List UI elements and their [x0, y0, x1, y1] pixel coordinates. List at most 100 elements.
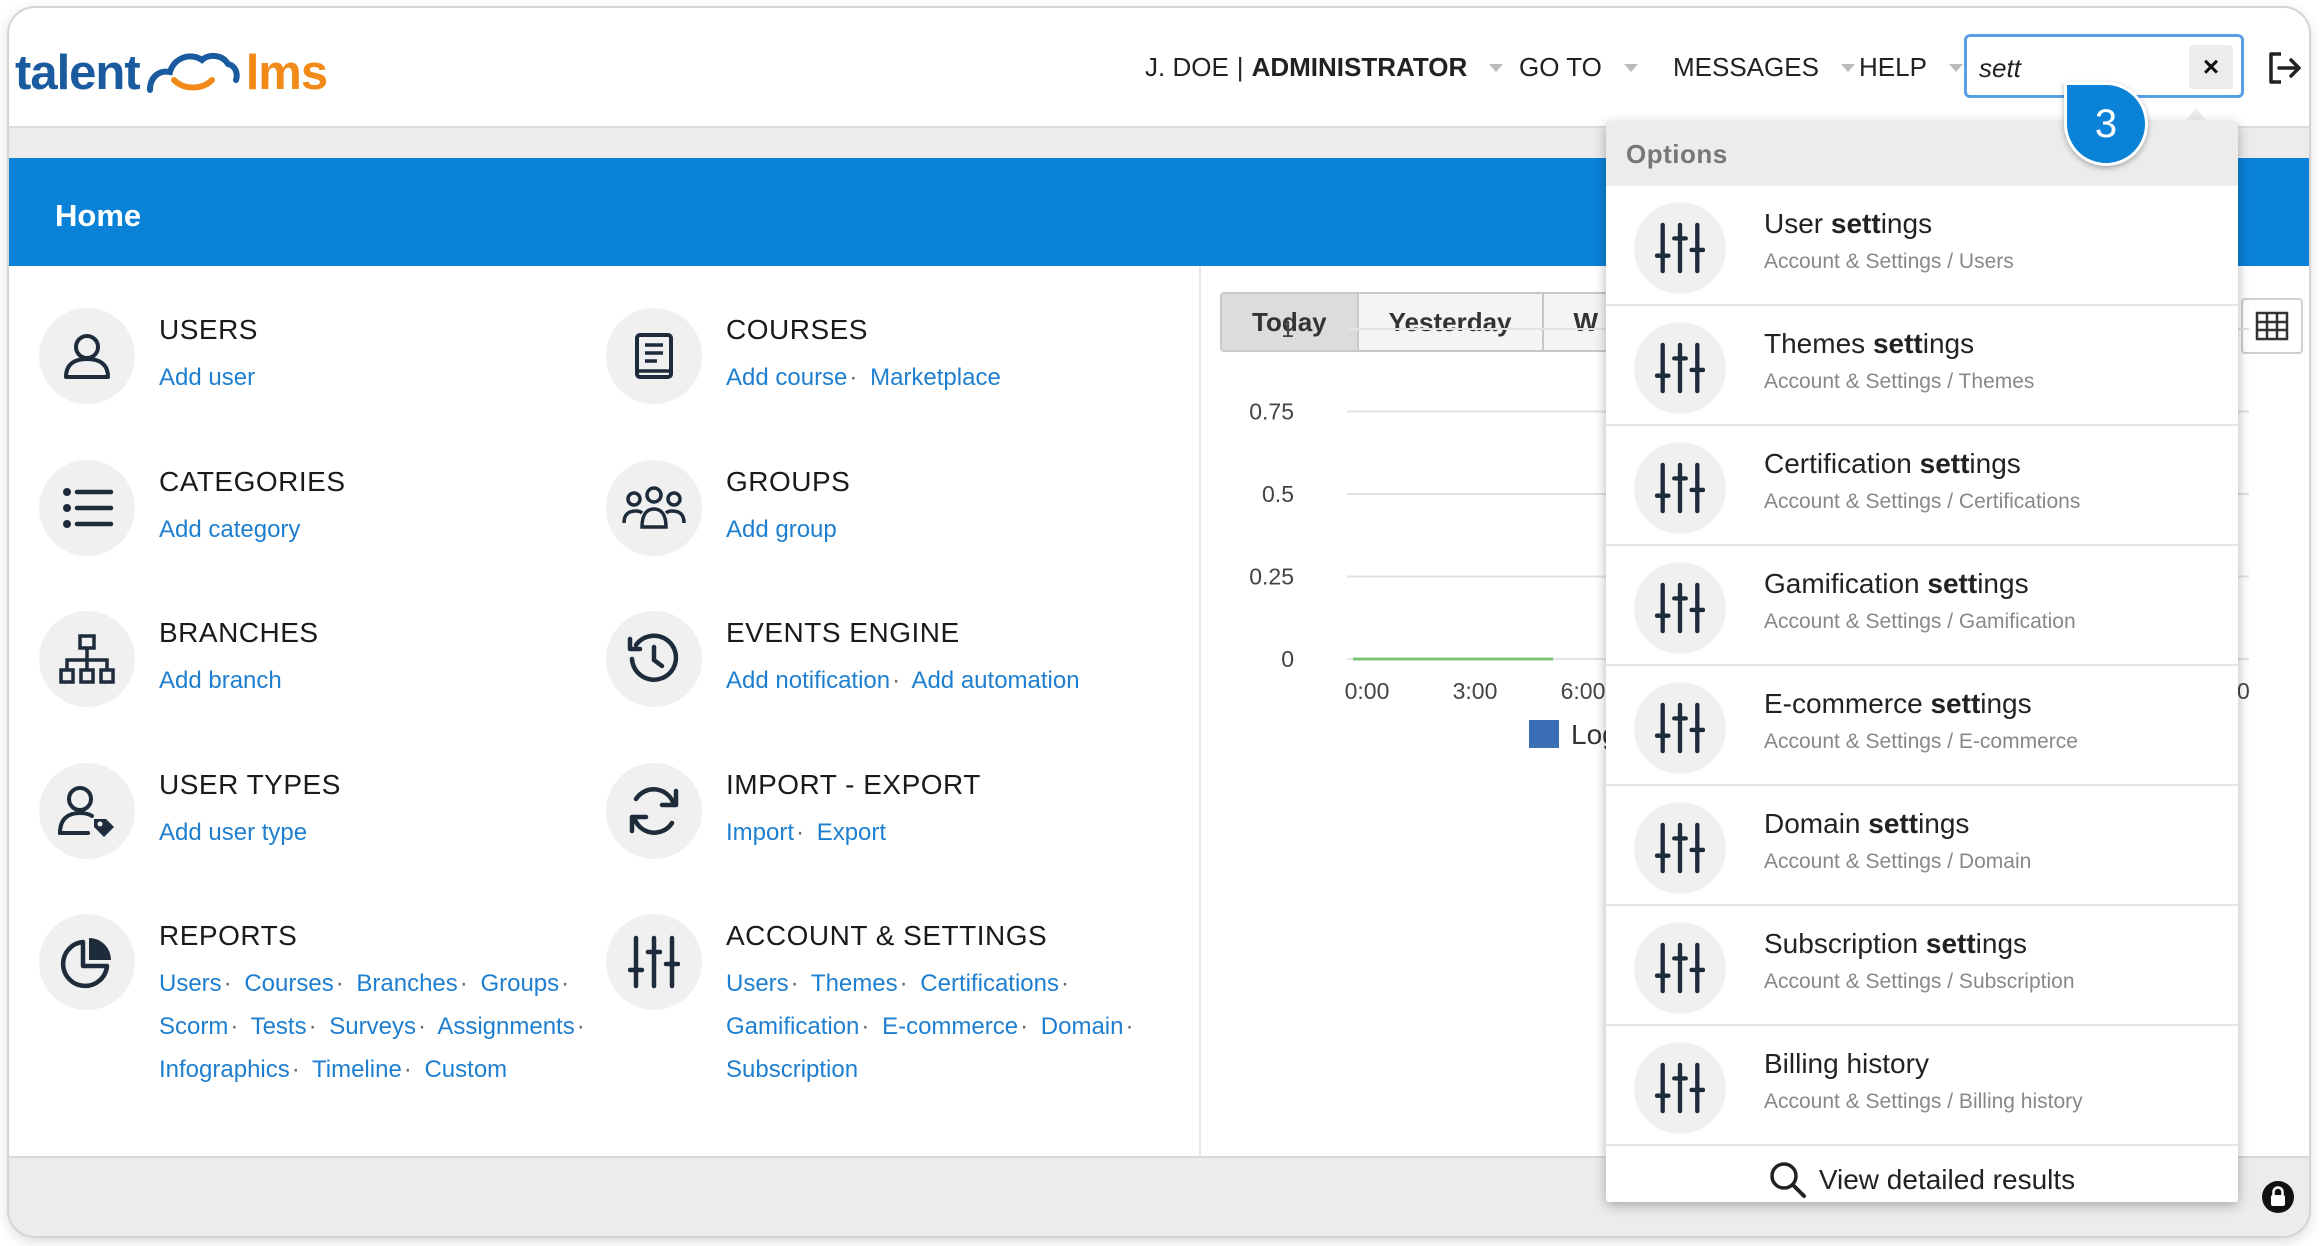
link-separator: ·: [230, 1013, 239, 1040]
help-menu[interactable]: HELP: [1859, 52, 1963, 83]
goto-label: GO TO: [1519, 52, 1602, 82]
account-subscription-link[interactable]: Subscription: [726, 1056, 858, 1083]
history-icon[interactable]: [606, 611, 702, 707]
user-types-title[interactable]: USER TYPES: [159, 769, 341, 801]
option-title-match: sett: [1927, 568, 1978, 599]
reports-assignments-link[interactable]: Assignments: [437, 1013, 574, 1040]
cloud-icon: [146, 52, 240, 93]
account-users-link[interactable]: Users: [726, 970, 789, 997]
reports-users-link[interactable]: Users: [159, 970, 222, 997]
sliders-icon: [1634, 322, 1726, 414]
add-automation-link[interactable]: Add automation: [911, 667, 1079, 694]
user-menu[interactable]: J. DOE | ADMINISTRATOR: [1145, 52, 1504, 83]
dropdown-option[interactable]: Subscription settings Account & Settings …: [1606, 906, 2238, 1026]
talentlms-logo[interactable]: talent lms: [15, 38, 328, 108]
account-ecommerce-link[interactable]: E-commerce: [882, 1013, 1018, 1040]
account-gamification-link[interactable]: Gamification: [726, 1013, 859, 1040]
help-label: HELP: [1859, 52, 1927, 82]
account-certifications-link[interactable]: Certifications: [920, 970, 1059, 997]
chevron-down-icon: [1489, 63, 1504, 72]
option-title: E-commerce settings: [1764, 688, 2032, 720]
add-course-link[interactable]: Add course: [726, 364, 847, 391]
book-icon[interactable]: [606, 308, 702, 404]
option-title: Billing history: [1764, 1048, 1929, 1080]
list-icon[interactable]: [39, 460, 135, 556]
link-separator: ·: [790, 970, 799, 997]
events-engine-title[interactable]: EVENTS ENGINE: [726, 617, 960, 649]
add-notification-link[interactable]: Add notification: [726, 667, 890, 694]
link-separator: ·: [223, 970, 232, 997]
messages-menu[interactable]: MESSAGES: [1673, 52, 1855, 83]
dropdown-option[interactable]: Certification settings Account & Settings…: [1606, 426, 2238, 546]
dropdown-option[interactable]: Themes settings Account & Settings / Them…: [1606, 306, 2238, 426]
logout-icon[interactable]: [2267, 50, 2303, 91]
import-export-title[interactable]: IMPORT - EXPORT: [726, 769, 981, 801]
option-title-pre: User: [1764, 208, 1831, 239]
sliders-icon: [1634, 202, 1726, 294]
groups-title[interactable]: GROUPS: [726, 466, 850, 498]
sliders-icon: [1634, 682, 1726, 774]
dropdown-option[interactable]: Gamification settings Account & Settings …: [1606, 546, 2238, 666]
groups-links: Add group: [726, 508, 837, 551]
account-settings-title[interactable]: ACCOUNT & SETTINGS: [726, 920, 1047, 952]
y-tick-label: 1: [1281, 316, 1294, 342]
reports-custom-link[interactable]: Custom: [424, 1056, 507, 1083]
add-group-link[interactable]: Add group: [726, 516, 837, 543]
x-tick-label: 3:00: [1453, 678, 1498, 704]
option-title: Domain settings: [1764, 808, 1969, 840]
pie-chart-icon[interactable]: [39, 914, 135, 1010]
dropdown-option[interactable]: E-commerce settings Account & Settings / …: [1606, 666, 2238, 786]
categories-title[interactable]: CATEGORIES: [159, 466, 346, 498]
reports-title[interactable]: REPORTS: [159, 920, 297, 952]
option-title-post: ings: [1977, 568, 2029, 599]
option-title-match: sett: [1919, 448, 1970, 479]
link-separator: ·: [308, 1013, 317, 1040]
categories-links: Add category: [159, 508, 300, 551]
branches-title[interactable]: BRANCHES: [159, 617, 319, 649]
reports-courses-link[interactable]: Courses: [244, 970, 333, 997]
option-title-post: ings: [1969, 448, 2021, 479]
account-domain-link[interactable]: Domain: [1041, 1013, 1124, 1040]
link-separator: ·: [335, 970, 344, 997]
reports-branches-link[interactable]: Branches: [356, 970, 457, 997]
add-user-link[interactable]: Add user: [159, 364, 255, 391]
reports-scorm-link[interactable]: Scorm: [159, 1013, 228, 1040]
dropdown-option[interactable]: User settings Account & Settings / Users: [1606, 186, 2238, 306]
import-link[interactable]: Import: [726, 819, 794, 846]
add-user-type-link[interactable]: Add user type: [159, 819, 307, 846]
reports-groups-link[interactable]: Groups: [480, 970, 559, 997]
dropdown-option[interactable]: Domain settings Account & Settings / Doma…: [1606, 786, 2238, 906]
goto-menu[interactable]: GO TO: [1519, 52, 1638, 83]
view-detailed-results-button[interactable]: View detailed results: [1606, 1146, 2238, 1202]
add-category-link[interactable]: Add category: [159, 516, 300, 543]
option-title-post: ings: [1918, 808, 1970, 839]
user-icon[interactable]: [39, 308, 135, 404]
add-branch-link[interactable]: Add branch: [159, 667, 282, 694]
link-separator: ·: [796, 819, 805, 846]
reports-infographics-link[interactable]: Infographics: [159, 1056, 290, 1083]
user-separator: |: [1236, 52, 1244, 82]
user-role: ADMINISTRATOR: [1251, 52, 1468, 82]
import-export-links: Import· Export: [726, 811, 886, 854]
hierarchy-icon[interactable]: [39, 611, 135, 707]
reports-timeline-link[interactable]: Timeline: [312, 1056, 402, 1083]
courses-title[interactable]: COURSES: [726, 314, 868, 346]
sync-icon[interactable]: [606, 763, 702, 859]
logo-part-lms: lms: [245, 46, 328, 100]
export-link[interactable]: Export: [817, 819, 886, 846]
clear-search-button[interactable]: ×: [2189, 45, 2233, 89]
link-separator: ·: [1020, 1013, 1029, 1040]
reports-surveys-link[interactable]: Surveys: [329, 1013, 416, 1040]
dropdown-option[interactable]: Billing history Account & Settings / Bill…: [1606, 1026, 2238, 1146]
group-icon[interactable]: [606, 460, 702, 556]
sliders-icon[interactable]: [606, 914, 702, 1010]
link-separator: ·: [899, 970, 908, 997]
messages-label: MESSAGES: [1673, 52, 1819, 82]
reports-tests-link[interactable]: Tests: [251, 1013, 307, 1040]
lock-icon[interactable]: [2261, 1180, 2295, 1219]
link-separator: ·: [576, 1013, 585, 1040]
user-tag-icon[interactable]: [39, 763, 135, 859]
users-title[interactable]: USERS: [159, 314, 258, 346]
account-themes-link[interactable]: Themes: [811, 970, 898, 997]
marketplace-link[interactable]: Marketplace: [870, 364, 1001, 391]
